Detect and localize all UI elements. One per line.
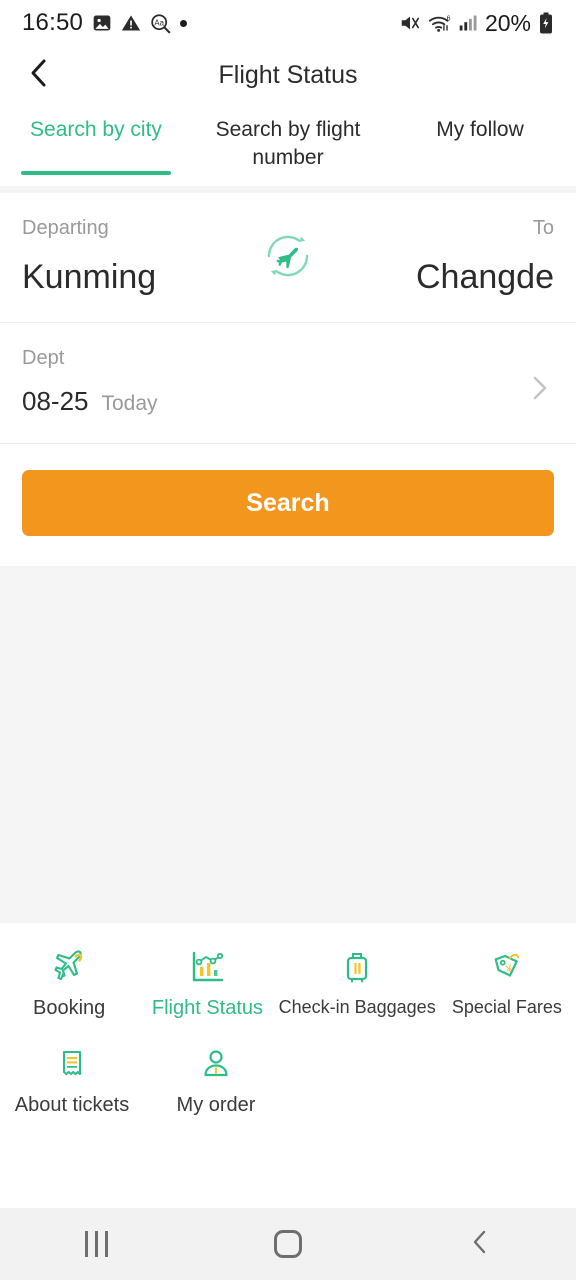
quick-link-special-fares[interactable]: ¥ Special Fares — [438, 937, 576, 1034]
android-nav-bar — [0, 1208, 576, 1280]
status-bar: 16:50 Aa 6 20% — [0, 0, 576, 46]
plane-icon — [48, 945, 90, 989]
tab-my-follow[interactable]: My follow — [384, 104, 576, 186]
quick-link-label: Booking — [33, 997, 106, 1019]
departing-label: Departing — [22, 217, 109, 239]
quick-link-flight-status[interactable]: Flight Status — [138, 937, 276, 1034]
home-button[interactable] — [192, 1230, 384, 1258]
date-row[interactable]: Dept 08-25 Today — [0, 323, 576, 443]
app-bar: Flight Status — [0, 46, 576, 104]
swap-button[interactable] — [257, 227, 319, 289]
back-button[interactable] — [22, 58, 56, 92]
tab-active-underline — [21, 171, 171, 175]
app-screen: 16:50 Aa 6 20% Flight Status Search by c… — [0, 0, 576, 1280]
tab-bar: Search by city Search by flight number M… — [0, 104, 576, 186]
battery-percent: 20% — [484, 9, 531, 36]
warning-icon — [121, 13, 141, 33]
person-icon — [195, 1042, 237, 1086]
signal-icon — [458, 13, 478, 33]
quick-links-grid: Booking Flight Status Check-in Baggages … — [0, 923, 576, 1131]
quick-links-row-2: About tickets My order — [0, 1034, 576, 1131]
quick-link-about-tickets[interactable]: About tickets — [0, 1034, 144, 1131]
dept-relative-day: Today — [101, 392, 158, 415]
home-icon — [274, 1230, 302, 1258]
page-title: Flight Status — [218, 60, 358, 89]
status-bar-right: 6 20% — [399, 10, 554, 37]
nav-back-button[interactable] — [384, 1229, 576, 1260]
quick-link-label: My order — [176, 1094, 256, 1116]
receipt-icon — [51, 1042, 93, 1086]
back-icon — [469, 1229, 491, 1260]
route-row: Departing Kunming To Changde — [0, 193, 576, 322]
quick-link-empty-2 — [432, 1034, 576, 1131]
dept-date: 08-25 — [22, 386, 89, 416]
quick-link-empty-1 — [288, 1034, 432, 1131]
wifi6-icon: 6 — [428, 12, 451, 34]
search-button[interactable]: Search — [22, 470, 554, 536]
to-city: Changde — [415, 258, 554, 296]
battery-charging-icon — [538, 12, 554, 34]
to-label: To — [532, 217, 554, 239]
quick-link-booking[interactable]: Booking — [0, 937, 138, 1034]
price-tag-icon: ¥ — [486, 945, 528, 989]
dot-indicator — [180, 19, 188, 27]
swap-plane-icon — [257, 225, 319, 292]
departure-field[interactable]: Departing Kunming — [22, 217, 156, 294]
tab-separator — [0, 186, 576, 193]
mute-icon — [399, 12, 421, 34]
quick-link-checkin-baggages[interactable]: Check-in Baggages — [277, 937, 438, 1034]
search-button-wrap: Search — [0, 444, 576, 566]
status-bar-left: 16:50 Aa — [22, 9, 188, 37]
quick-link-label: Check-in Baggages — [278, 997, 436, 1017]
tab-label: My follow — [436, 118, 524, 141]
empty-content-area — [0, 566, 576, 923]
suitcase-icon — [336, 945, 378, 989]
tab-label: Search by city — [30, 118, 162, 141]
search-card: Departing Kunming To Changde Dept 08-25 … — [0, 193, 576, 566]
svg-text:Aa: Aa — [154, 18, 164, 27]
chart-icon — [186, 945, 228, 989]
chevron-left-icon — [26, 58, 52, 93]
quick-links-row-1: Booking Flight Status Check-in Baggages … — [0, 937, 576, 1034]
text-search-icon: Aa — [150, 13, 171, 34]
tab-search-by-flight-number[interactable]: Search by flight number — [192, 104, 384, 186]
svg-text:6: 6 — [447, 15, 451, 22]
recents-button[interactable] — [0, 1231, 192, 1257]
recents-icon — [84, 1231, 108, 1257]
chevron-right-icon — [530, 375, 550, 406]
tab-label: Search by flight number — [215, 118, 361, 169]
image-icon — [92, 13, 112, 33]
dept-value: 08-25 Today — [22, 386, 554, 417]
status-time: 16:50 — [22, 9, 84, 36]
quick-link-label: Flight Status — [151, 997, 264, 1019]
dept-label: Dept — [22, 347, 65, 369]
quick-link-label: About tickets — [14, 1094, 130, 1116]
quick-link-label: Special Fares — [451, 997, 562, 1017]
quick-link-my-order[interactable]: My order — [144, 1034, 288, 1131]
tab-search-by-city[interactable]: Search by city — [0, 104, 192, 186]
departing-city: Kunming — [22, 258, 157, 296]
arrival-field[interactable]: To Changde — [416, 217, 554, 294]
